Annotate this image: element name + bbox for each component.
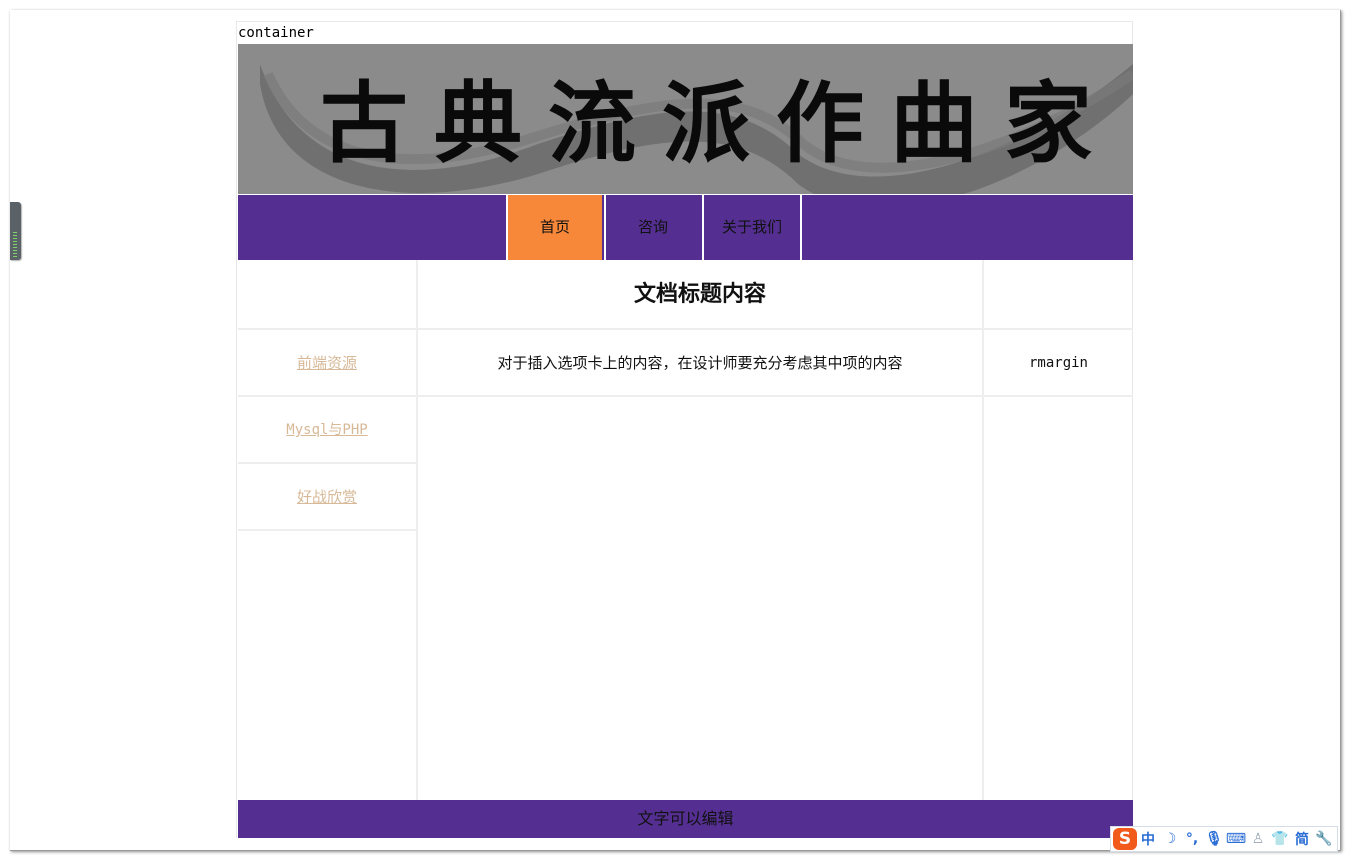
main-content-area: [416, 395, 982, 800]
sidebar-link-gallery[interactable]: 好战欣赏: [238, 464, 416, 530]
page-title: 文档标题内容: [633, 281, 766, 307]
nav-item-about[interactable]: 关于我们: [702, 195, 802, 260]
shirt-icon[interactable]: 👕: [1269, 831, 1291, 847]
sidebar-item: Mysql与PHP: [238, 395, 416, 462]
sidebar-empty: [238, 529, 416, 800]
banner-title: 古典流派作曲家: [320, 71, 1118, 175]
main-title-cell: 文档标题内容: [416, 260, 982, 328]
side-panel-handle[interactable]: [10, 202, 21, 260]
microphone-icon[interactable]: 🎙: [1203, 831, 1225, 847]
left-header-cell: [238, 260, 416, 328]
right-header-cell: [982, 260, 1133, 328]
simplified-toggle[interactable]: 简: [1291, 829, 1313, 849]
sidebar-item: 前端资源: [238, 328, 416, 395]
content-cell: 对于插入选项卡上的内容，在设计师要充分考虑其中项的内容: [416, 328, 982, 395]
keyboard-icon[interactable]: ⌨: [1225, 831, 1247, 847]
wrench-icon[interactable]: 🔧: [1313, 831, 1335, 847]
nav-item-home[interactable]: 首页: [506, 195, 602, 260]
nav-item-consult[interactable]: 咨询: [604, 195, 700, 260]
rmargin-label: rmargin: [1028, 355, 1088, 371]
right-column-area: [982, 395, 1133, 800]
ime-toolbar: S 中 ☽ °, 🎙 ⌨ ♙ 👕 简 🔧: [1110, 826, 1338, 852]
sidebar-item: 好战欣赏: [238, 462, 416, 529]
input-mode-toggle[interactable]: 中: [1137, 829, 1159, 849]
signal-bars-icon: [13, 232, 17, 258]
sogou-logo-icon[interactable]: S: [1113, 828, 1137, 850]
container-label: container: [238, 25, 314, 41]
page-container: container 古典流派作曲家 首页 咨询 关于我们 文档标题内容 前端资源…: [236, 21, 1133, 838]
punctuation-icon[interactable]: °,: [1181, 831, 1203, 847]
right-margin-cell: rmargin: [982, 328, 1133, 395]
user-icon[interactable]: ♙: [1247, 831, 1269, 847]
moon-icon[interactable]: ☽: [1159, 831, 1181, 847]
footer: 文字可以编辑: [238, 800, 1133, 838]
header-banner: 古典流派作曲家: [238, 44, 1133, 194]
sidebar-link-mysql-php[interactable]: Mysql与PHP: [238, 397, 416, 463]
banner-brushstroke: 古典流派作曲家: [260, 64, 1133, 194]
sidebar-link-frontend[interactable]: 前端资源: [238, 330, 416, 396]
content-text: 对于插入选项卡上的内容，在设计师要充分考虑其中项的内容: [497, 354, 903, 372]
main-nav: 首页 咨询 关于我们: [238, 195, 1133, 260]
